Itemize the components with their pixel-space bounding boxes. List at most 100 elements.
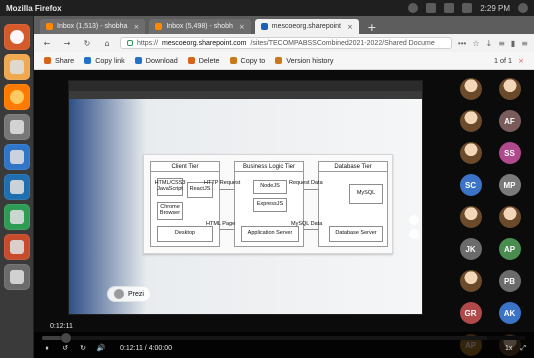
participant-tile[interactable]: GR <box>454 302 487 326</box>
launcher-writer-icon[interactable] <box>3 174 30 200</box>
share-icon <box>44 57 51 64</box>
participant-tile[interactable]: SC <box>454 174 487 198</box>
launcher-firefox-icon[interactable] <box>3 84 30 110</box>
participant-tile[interactable] <box>454 142 487 166</box>
page-actions-button[interactable]: ••• <box>458 39 466 48</box>
sidebar-icon[interactable]: ▮ <box>511 39 515 48</box>
participant-tile[interactable]: AF <box>493 110 526 134</box>
launcher-trash-icon[interactable] <box>3 264 30 290</box>
client-tier: Client Tier HTML/CSS3 JavaScript ReactJS… <box>150 161 220 247</box>
launcher-software-icon[interactable] <box>3 144 30 170</box>
fullscreen-icon[interactable]: ⤢ <box>520 344 526 353</box>
participant-tile[interactable]: MP <box>493 174 526 198</box>
launcher-ubuntu-icon[interactable] <box>3 24 30 50</box>
url-host: mescoeorg.sharepoint.com <box>162 39 247 47</box>
version-history-button[interactable]: Version history <box>275 56 333 65</box>
pause-button[interactable]: ⏸ <box>42 343 52 353</box>
reload-button[interactable]: ↻ <box>80 36 94 50</box>
player-controls: ⏸ ↺ ↻ 🔊 0:12:11 / 4:00:00 1x ⤢ <box>34 332 534 358</box>
close-icon[interactable]: × <box>347 23 353 31</box>
participant-tile[interactable] <box>493 206 526 230</box>
copy-link-button[interactable]: Copy link <box>84 56 125 65</box>
sharepoint-icon <box>260 23 268 30</box>
writer-icon <box>9 180 24 194</box>
tab-label: mescoeorg.sharepoint <box>271 23 341 30</box>
participant-tile[interactable] <box>454 110 487 134</box>
share-button[interactable]: Share <box>44 56 74 65</box>
tab-label: Inbox (1,513) - shobha <box>57 23 128 30</box>
delete-button[interactable]: Delete <box>187 56 220 65</box>
logic-tier-title: Business Logic Tier <box>235 162 303 172</box>
close-icon[interactable]: × <box>133 23 139 31</box>
toolbar-right: ↓ ≡ ▮ ≡ <box>485 39 528 48</box>
keyboard-icon[interactable] <box>426 3 437 13</box>
history-icon <box>275 57 283 64</box>
avatar <box>459 270 482 292</box>
edge-logic-to-db-top <box>304 189 318 190</box>
close-viewer-icon[interactable]: × <box>518 56 524 65</box>
firefox-window: Inbox (1,513) - shobha × Inbox (5,498) -… <box>34 16 534 358</box>
recorded-url-bar <box>69 91 422 99</box>
launcher-impress-icon[interactable] <box>3 234 30 260</box>
rewind-10-button[interactable]: ↺ <box>60 343 70 353</box>
address-bar[interactable]: https:// mescoeorg.sharepoint.com /sites… <box>120 37 452 49</box>
avatar: SC <box>459 174 482 196</box>
time-readout: 0:12:11 / 4:00:00 <box>120 344 173 352</box>
impress-icon <box>9 240 24 254</box>
forward-button[interactable]: → <box>60 36 74 50</box>
battery-icon[interactable] <box>444 3 455 13</box>
launcher-settings-icon[interactable] <box>3 114 30 140</box>
menu-icon[interactable]: ≡ <box>521 39 528 48</box>
edge-client-to-logic-top <box>220 189 234 190</box>
box-html-css-js: HTML/CSS3 JavaScript <box>155 178 185 196</box>
home-button[interactable]: ⌂ <box>100 36 114 50</box>
participant-tile[interactable]: AK <box>493 302 526 326</box>
copy-link-label: Copy link <box>95 56 125 65</box>
recorded-tab-bar <box>69 81 422 91</box>
participant-tile[interactable]: PB <box>493 270 526 294</box>
participant-tile[interactable]: AP <box>493 238 526 262</box>
avatar <box>459 142 482 164</box>
volume-button[interactable]: 🔊 <box>96 343 106 353</box>
avatar: JK <box>459 238 482 260</box>
forward-10-button[interactable]: ↻ <box>78 343 88 353</box>
network-icon[interactable] <box>408 3 419 13</box>
slide-control-icon[interactable] <box>409 215 419 225</box>
new-tab-button[interactable]: + <box>365 20 379 34</box>
url-prefix: https:// <box>137 39 159 47</box>
download-icon[interactable]: ↓ <box>485 39 492 48</box>
participant-tile[interactable]: JK <box>454 238 487 262</box>
speed-button[interactable]: 1x <box>505 345 512 352</box>
ubuntu-top-bar: Mozilla Firefox 2:29 PM <box>0 0 534 16</box>
box-expressjs: ExpressJS <box>253 198 287 212</box>
download-icon <box>134 57 142 64</box>
request-data-label: Request Data <box>289 180 323 186</box>
tab-sharepoint[interactable]: mescoeorg.sharepoint × <box>254 19 359 34</box>
participant-tile[interactable] <box>454 270 487 294</box>
gear-icon[interactable] <box>518 3 528 13</box>
tab-inbox-5498[interactable]: Inbox (5,498) - shobh × <box>149 19 251 34</box>
copy-to-button[interactable]: Copy to <box>229 56 265 65</box>
box-chrome-browser: Chrome Browser <box>157 202 183 220</box>
library-icon[interactable]: ≡ <box>498 39 505 48</box>
close-icon[interactable]: × <box>239 23 245 31</box>
participant-tile[interactable] <box>454 78 487 102</box>
mysql-data-label: MySQL Data <box>291 221 323 227</box>
slide-control-icon[interactable] <box>409 229 419 239</box>
launcher-files-icon[interactable] <box>3 54 30 80</box>
bookmark-star-icon[interactable]: ☆ <box>472 39 479 48</box>
participant-tile[interactable] <box>454 206 487 230</box>
volume-icon[interactable] <box>462 3 473 13</box>
avatar <box>498 78 521 100</box>
participant-tile[interactable]: SS <box>493 142 526 166</box>
back-button[interactable]: ← <box>40 36 54 50</box>
html-page-label: HTML Page <box>206 221 236 227</box>
participant-tile[interactable] <box>493 78 526 102</box>
launcher-calc-icon[interactable] <box>3 204 30 230</box>
url-path: /sites/TECOMPABSSCombined2021-2022/Share… <box>250 39 435 47</box>
tab-inbox-1513[interactable]: Inbox (1,513) - shobha × <box>40 19 146 34</box>
pager-count: 1 of 1 <box>493 56 512 65</box>
url-actions: ••• ☆ <box>458 39 480 48</box>
prezi-badge[interactable]: Prezi <box>107 286 151 302</box>
download-button[interactable]: Download <box>134 56 178 65</box>
